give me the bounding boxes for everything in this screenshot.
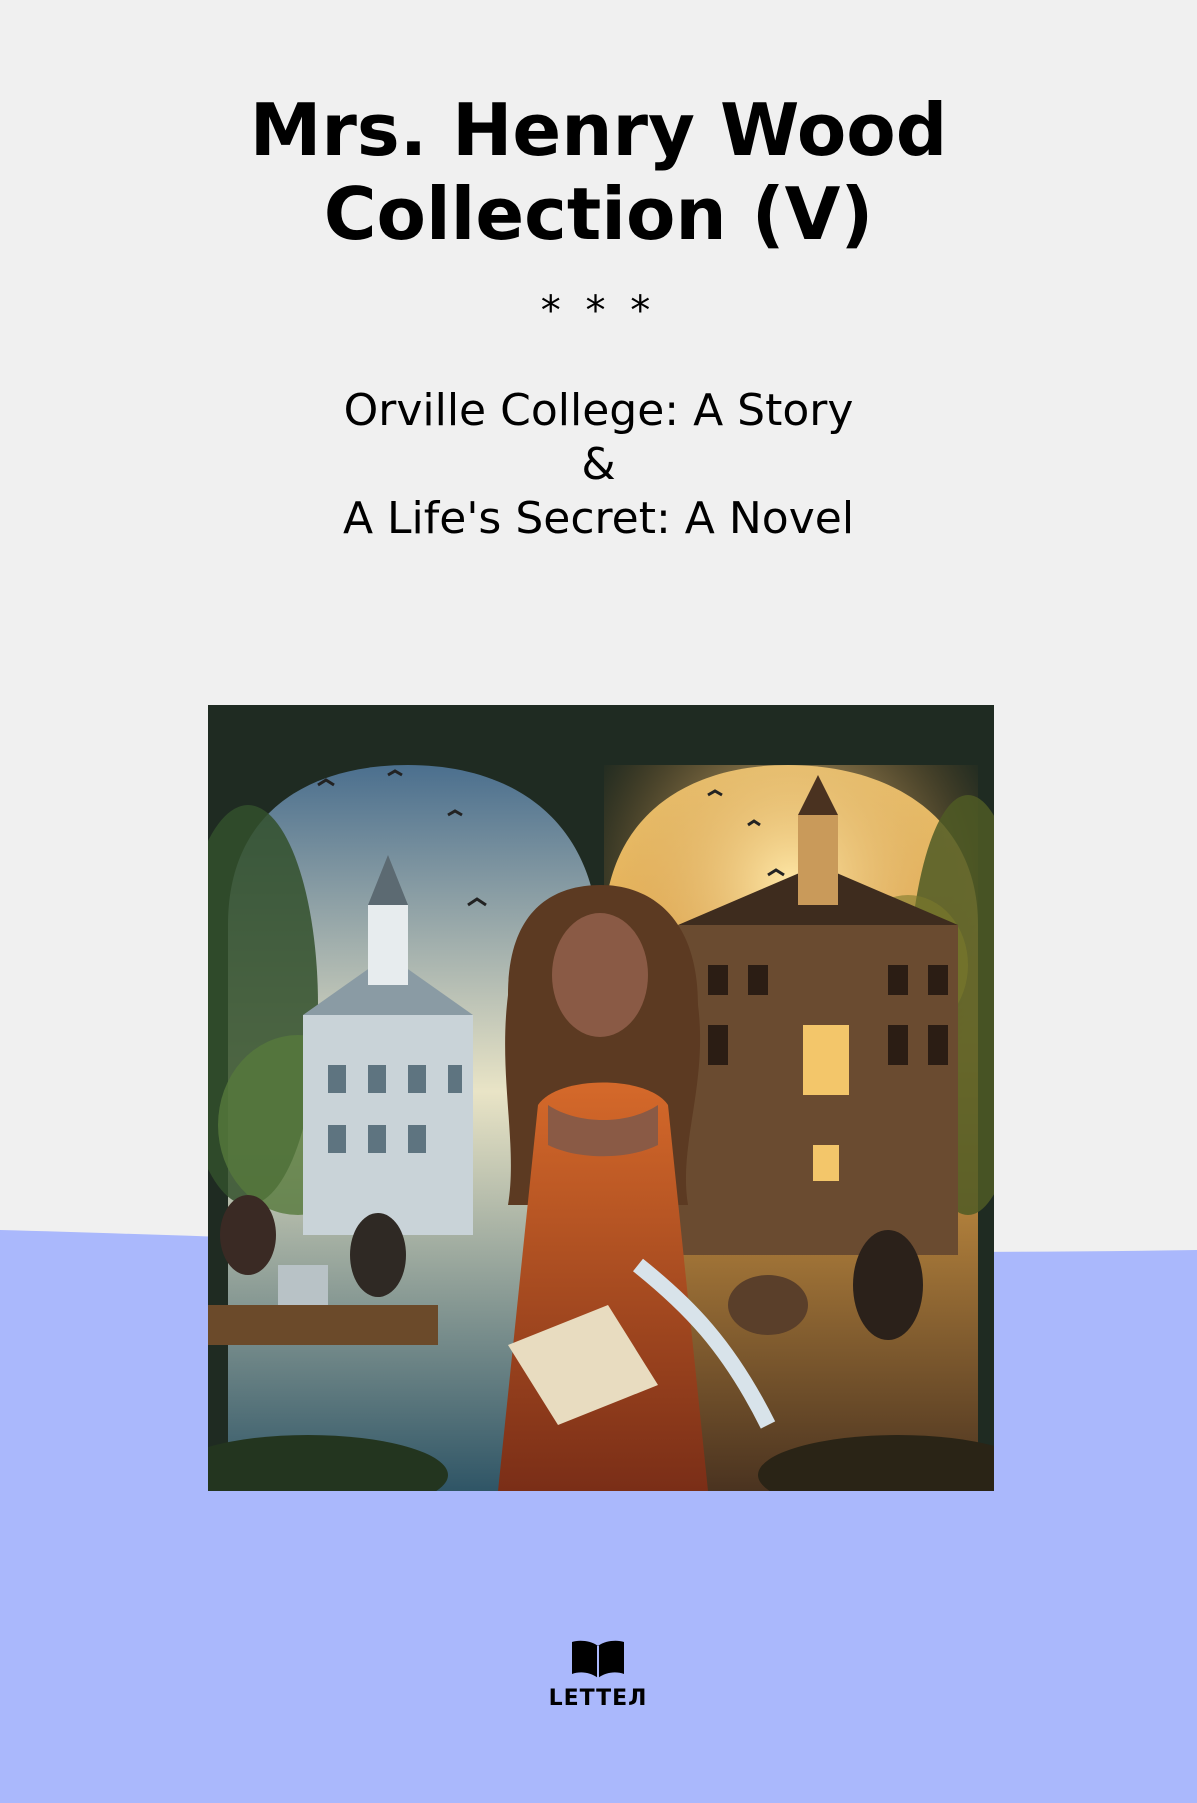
title-separator: * * * <box>540 288 657 334</box>
work-title-1: Orville College: A Story <box>343 385 854 436</box>
book-title: Mrs. Henry Wood Collection (V) <box>249 88 948 256</box>
work-title-2: A Life's Secret: A Novel <box>342 493 855 544</box>
publisher-logo: LETTEЛ <box>548 1638 648 1711</box>
cover-illustration <box>208 705 994 1491</box>
publisher-name: LETTEЛ <box>548 1686 648 1711</box>
open-book-icon <box>572 1640 624 1678</box>
included-works: Orville College: A Story & A Life's Secr… <box>0 384 1197 546</box>
work-connector: & <box>581 439 616 490</box>
